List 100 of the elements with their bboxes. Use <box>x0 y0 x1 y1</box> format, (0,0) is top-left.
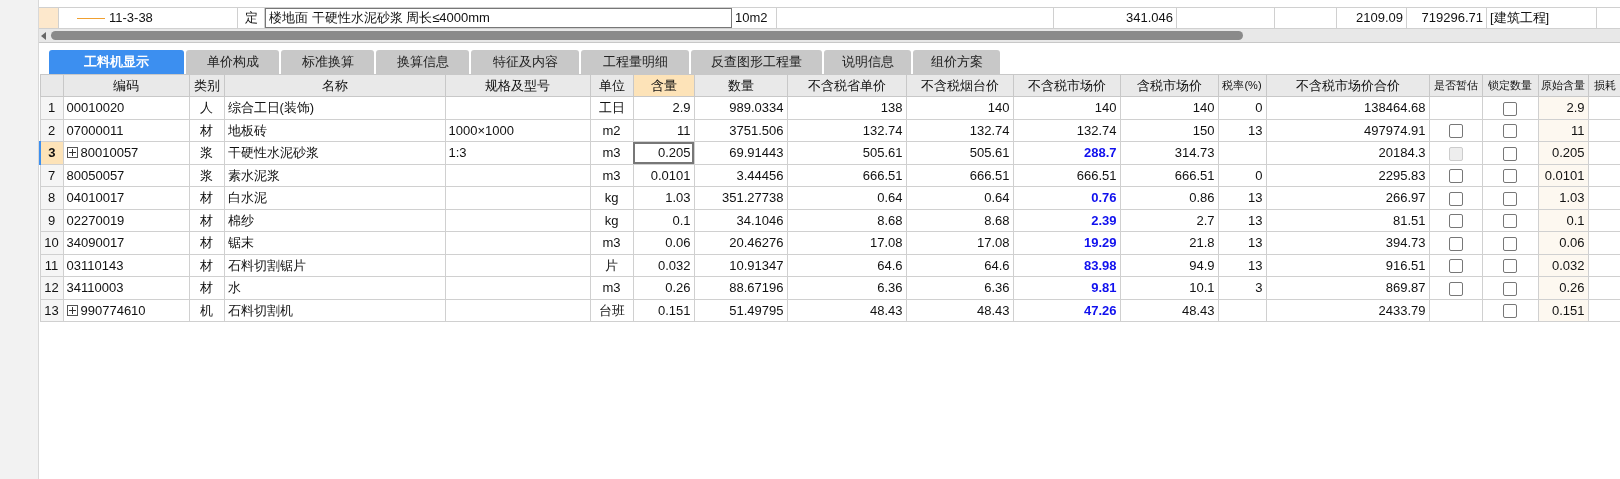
column-header[interactable]: 数量 <box>694 74 787 97</box>
checkbox[interactable] <box>1503 304 1517 319</box>
row-number: 2 <box>40 119 63 142</box>
table-cell: 13 <box>1218 209 1266 232</box>
table-cell: 材 <box>189 209 224 232</box>
scroll-left-icon[interactable] <box>41 31 47 40</box>
tab[interactable]: 单价构成 <box>186 50 279 74</box>
table-cell: 水 <box>224 276 445 299</box>
column-header[interactable]: 是否暂估 <box>1429 74 1482 97</box>
table-cell: kg <box>590 209 633 232</box>
row-number: 13 <box>40 299 63 322</box>
checkbox[interactable] <box>1448 214 1463 229</box>
expand-icon[interactable] <box>66 147 78 159</box>
table-cell: 0.151 <box>633 299 694 322</box>
column-header[interactable]: 税率(%) <box>1218 74 1266 97</box>
row-number: 10 <box>40 231 63 254</box>
table-cell: 132.74 <box>787 119 906 142</box>
row-number: 3 <box>40 141 63 164</box>
table-cell: 0.205 <box>633 141 694 164</box>
tab[interactable]: 换算信息 <box>376 50 469 74</box>
table-cell-text: 2109.09 <box>1356 9 1403 28</box>
tab[interactable]: 标准换算 <box>281 50 374 74</box>
column-header[interactable]: 不含税市场价 <box>1013 74 1120 97</box>
tree-line <box>77 17 105 19</box>
checkbox[interactable] <box>1448 236 1463 251</box>
table-cell: 48.43 <box>1120 299 1218 322</box>
table-cell: 3751.506 <box>694 119 787 142</box>
column-header[interactable]: 损耗 <box>1588 74 1620 97</box>
checkbox[interactable] <box>1503 214 1517 229</box>
table-cell: 0 <box>1218 164 1266 187</box>
table-cell: 666.51 <box>906 164 1013 187</box>
checkbox[interactable] <box>1448 259 1463 274</box>
tab[interactable]: 说明信息 <box>824 50 911 74</box>
table-cell-text: 990774610 <box>80 301 146 320</box>
table-cell: 17.08 <box>906 231 1013 254</box>
table-cell: 140 <box>906 96 1013 119</box>
row-number: 12 <box>40 276 63 299</box>
table-cell: 2295.83 <box>1266 164 1429 187</box>
table-cell: 石料切割锯片 <box>224 254 445 277</box>
checkbox[interactable] <box>1503 146 1517 161</box>
checkbox[interactable] <box>1503 259 1517 274</box>
checkbox[interactable] <box>1503 281 1517 296</box>
table-cell: 94.9 <box>1120 254 1218 277</box>
checkbox[interactable] <box>1448 281 1463 296</box>
tab[interactable]: 反查图形工程量 <box>691 50 822 74</box>
table-cell: 材 <box>189 119 224 142</box>
category-text: 定 <box>244 9 258 28</box>
row-number: 8 <box>40 186 63 209</box>
column-header[interactable]: 规格及型号 <box>445 74 590 97</box>
table-cell: 666.51 <box>1120 164 1218 187</box>
table-cell-text: 07000011 <box>66 121 124 140</box>
table-cell: 13 <box>1218 254 1266 277</box>
scrollbar-thumb[interactable] <box>51 31 1243 40</box>
column-header[interactable]: 不含税市场价合价 <box>1266 74 1429 97</box>
table-cell: 17.08 <box>787 231 906 254</box>
column-header[interactable]: 原始含量 <box>1538 74 1588 97</box>
table-cell: m3 <box>590 231 633 254</box>
table-cell: 132.74 <box>906 119 1013 142</box>
table-cell: 132.74 <box>1013 119 1120 142</box>
table-cell: 10.1 <box>1120 276 1218 299</box>
checkbox[interactable] <box>1503 101 1517 116</box>
scrollbar[interactable] <box>39 29 1620 42</box>
checkbox[interactable] <box>1503 124 1517 139</box>
table-cell-text: 341.046 <box>1126 9 1173 28</box>
table-cell: 白水泥 <box>224 186 445 209</box>
column-header[interactable]: 类别 <box>189 74 224 97</box>
table-cell: 干硬性水泥砂浆 <box>224 141 445 164</box>
expand-icon[interactable] <box>66 304 78 316</box>
tab[interactable]: 工程量明细 <box>581 50 689 74</box>
column-header[interactable]: 不含税省单价 <box>787 74 906 97</box>
row-number: 1 <box>40 96 63 119</box>
table-cell: 9.81 <box>1013 276 1120 299</box>
row-number: 7 <box>40 164 63 187</box>
table-cell: 3.44456 <box>694 164 787 187</box>
item-name[interactable]: 楼地面 干硬性水泥砂浆 周长≤4000mm <box>265 8 732 28</box>
table-cell-text: 00010020 <box>66 99 125 117</box>
column-header[interactable]: 编码 <box>63 74 189 97</box>
column-header[interactable]: 含税市场价 <box>1120 74 1218 97</box>
checkbox[interactable] <box>1448 191 1463 206</box>
checkbox[interactable] <box>1448 124 1463 139</box>
table-cell: 0.64 <box>787 186 906 209</box>
table-cell: 11 <box>633 119 694 142</box>
column-header[interactable]: 锁定数量 <box>1482 74 1538 97</box>
column-header[interactable]: 含量 <box>633 74 694 97</box>
table-cell: 505.61 <box>906 141 1013 164</box>
table-cell: 21.8 <box>1120 231 1218 254</box>
checkbox[interactable] <box>1503 169 1517 184</box>
tab[interactable]: 特征及内容 <box>471 50 579 74</box>
table-cell: 1:3 <box>445 141 590 164</box>
checkbox[interactable] <box>1503 236 1517 251</box>
column-header[interactable]: 不含税烟台价 <box>906 74 1013 97</box>
checkbox[interactable] <box>1448 169 1463 184</box>
checkbox[interactable] <box>1503 191 1517 206</box>
tab[interactable]: 组价方案 <box>913 50 1000 74</box>
table-cell: 88.67196 <box>694 276 787 299</box>
table-cell: 266.97 <box>1266 186 1429 209</box>
table-cell: 48.43 <box>787 299 906 322</box>
table-cell: 浆 <box>189 141 224 164</box>
column-header[interactable]: 名称 <box>224 74 445 97</box>
column-header[interactable]: 单位 <box>590 74 633 97</box>
